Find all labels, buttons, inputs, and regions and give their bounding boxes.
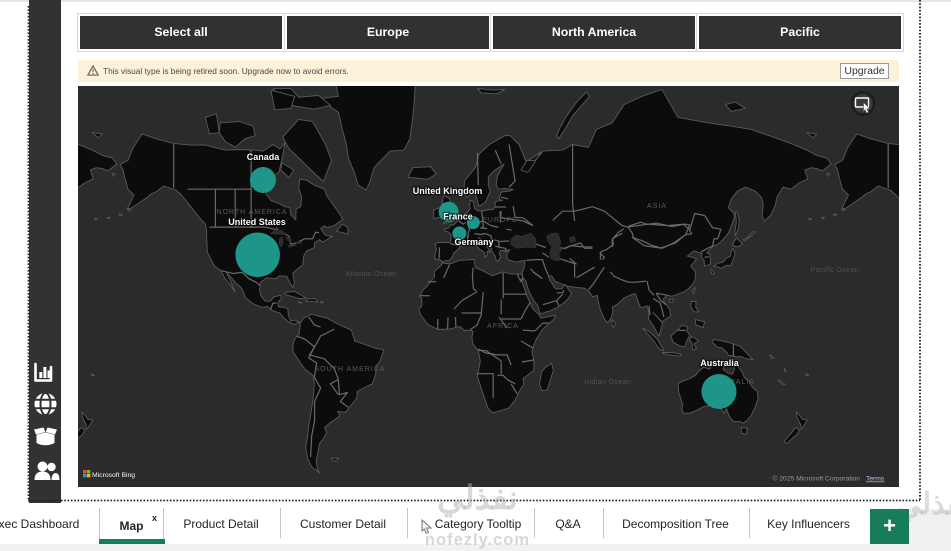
svg-text:ASIA: ASIA xyxy=(647,203,667,210)
svg-text:Australia: Australia xyxy=(700,358,740,368)
svg-text:France: France xyxy=(443,211,473,221)
svg-text:© 2025 Microsoft Corporation: © 2025 Microsoft Corporation xyxy=(773,474,861,482)
svg-text:Germany: Germany xyxy=(454,237,493,247)
svg-text:United Kingdom: United Kingdom xyxy=(413,186,483,196)
svg-text:SOUTH AMERICA: SOUTH AMERICA xyxy=(315,366,386,373)
svg-text:Pacific Ocean: Pacific Ocean xyxy=(811,267,859,274)
svg-text:Microsoft Bing: Microsoft Bing xyxy=(92,472,135,479)
svg-text:Canada: Canada xyxy=(247,152,281,162)
svg-text:EUROPE: EUROPE xyxy=(482,217,518,224)
svg-text:Atlantic Ocean: Atlantic Ocean xyxy=(345,271,396,278)
svg-text:Terms: Terms xyxy=(866,475,885,482)
svg-text:AFRICA: AFRICA xyxy=(487,323,519,330)
svg-text:United States: United States xyxy=(228,217,286,227)
svg-text:NORTH AMERICA: NORTH AMERICA xyxy=(216,209,287,216)
svg-text:Indian Ocean: Indian Ocean xyxy=(585,379,631,386)
